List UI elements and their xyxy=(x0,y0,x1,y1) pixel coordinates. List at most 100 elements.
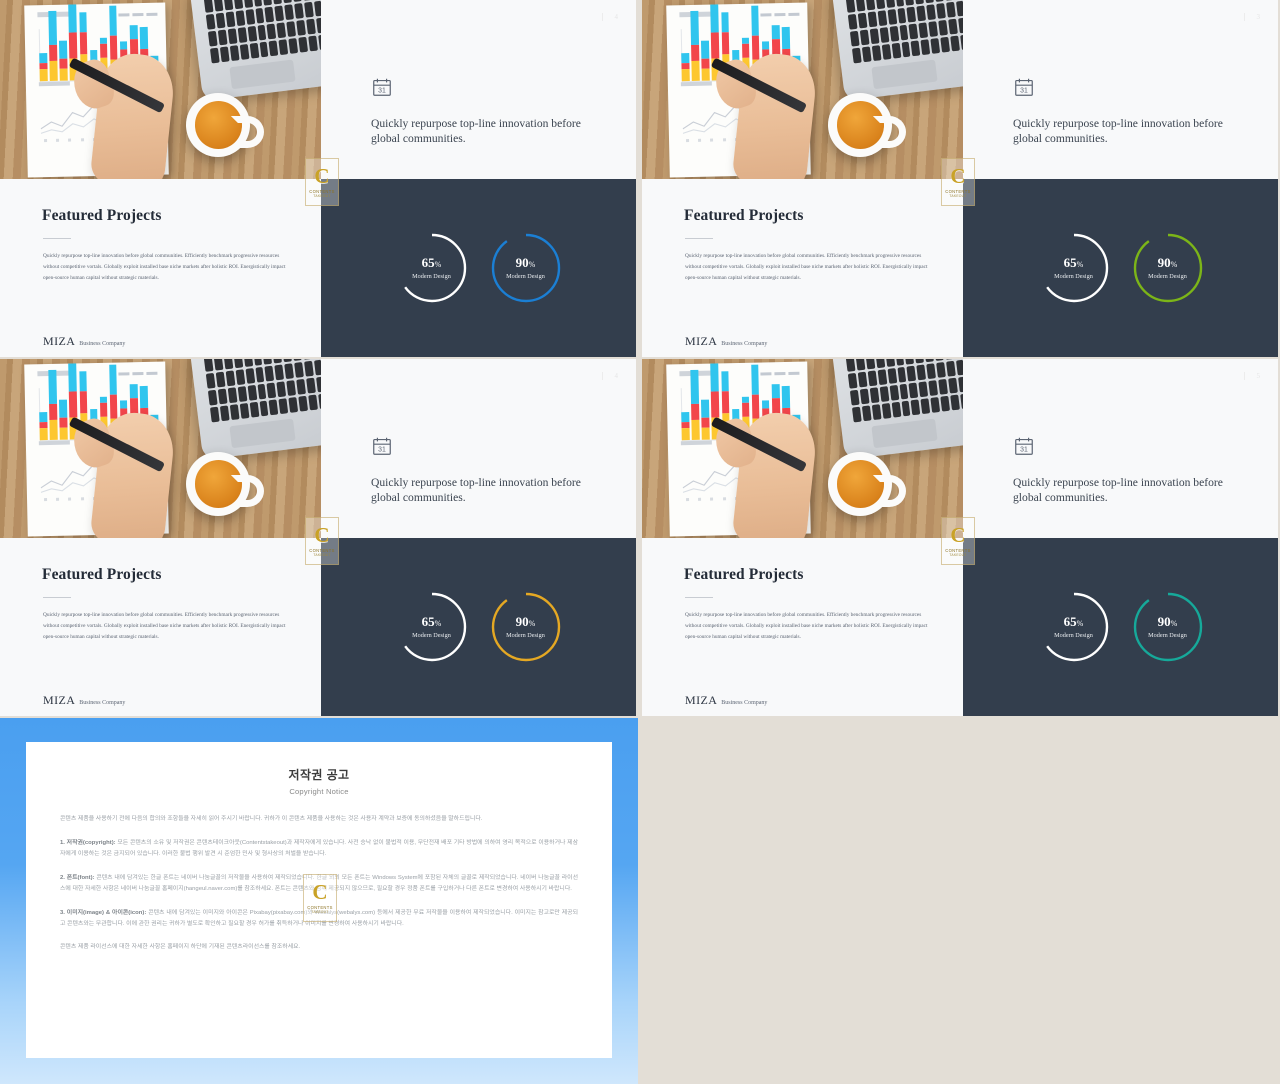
slide-grid: 4 31 Quickly repurpose top-line innovati… xyxy=(0,0,1280,1084)
brand-logo: MIZA Business Company xyxy=(43,693,125,708)
donut-unit: % xyxy=(434,619,442,628)
donut-caption: Modern Design xyxy=(1148,632,1187,639)
svg-text:31: 31 xyxy=(378,447,386,454)
headline-text: Quickly repurpose top-line innovation be… xyxy=(371,117,581,146)
section-title: Featured Projects xyxy=(684,207,804,224)
donut-caption: Modern Design xyxy=(506,273,545,280)
section-title: Featured Projects xyxy=(684,566,804,583)
logo-mark: MIZA xyxy=(685,693,718,707)
title-divider xyxy=(43,597,71,598)
donut-caption: Modern Design xyxy=(412,632,451,639)
copyright-clause-1-label: 1. 저작권(copyright): xyxy=(60,839,116,846)
section-title: Featured Projects xyxy=(42,207,162,224)
svg-text:31: 31 xyxy=(378,88,386,95)
section-body: Quickly repurpose top-line innovation be… xyxy=(43,253,286,281)
hand-graphic xyxy=(710,409,819,538)
logo-mark: MIZA xyxy=(43,334,76,348)
section-title: Featured Projects xyxy=(42,566,162,583)
section-body: Quickly repurpose top-line innovation be… xyxy=(685,253,928,281)
slide-headline-panel: 4 31 Quickly repurpose top-line innovati… xyxy=(321,359,636,538)
logo-subtitle: Business Company xyxy=(721,341,768,347)
donut-value: 90 xyxy=(1157,614,1171,629)
calendar-icon: 31 xyxy=(1013,435,1035,457)
laptop-graphic xyxy=(189,359,321,460)
coffee-cup-graphic xyxy=(828,452,907,517)
svg-text:31: 31 xyxy=(1020,447,1028,454)
stats-panel: 65% Modern Design 90% Modern Design xyxy=(963,179,1278,357)
stats-panel: 65% Modern Design 90% Modern Design xyxy=(321,538,636,716)
logo-subtitle: Business Company xyxy=(721,700,768,706)
brand-logo: MIZA Business Company xyxy=(43,334,125,349)
title-divider xyxy=(685,597,713,598)
svg-text:31: 31 xyxy=(1020,88,1028,95)
calendar-icon: 31 xyxy=(371,76,393,98)
headline-text: Quickly repurpose top-line innovation be… xyxy=(1013,476,1223,505)
page-number: 4 xyxy=(601,13,618,21)
slide-thumbnail[interactable]: 4 31 Quickly repurpose top-line innovati… xyxy=(0,359,636,716)
brand-logo: MIZA Business Company xyxy=(685,693,767,708)
stats-panel: 65% Modern Design 90% Modern Design xyxy=(963,538,1278,716)
brand-logo: MIZA Business Company xyxy=(685,334,767,349)
headline-text: Quickly repurpose top-line innovation be… xyxy=(1013,117,1223,146)
donut-caption: Modern Design xyxy=(412,273,451,280)
copyright-notice-panel: 저작권 공고 Copyright Notice 콘텐츠 제품을 사용하기 전에 … xyxy=(0,718,638,1084)
copyright-clause-2: 2. 폰트(font): 콘텐츠 내에 담겨있는 한글 폰트는 네이버 나눔글꼴… xyxy=(60,873,578,895)
featured-projects-panel: Featured Projects Quickly repurpose top-… xyxy=(642,179,963,357)
calendar-icon: 31 xyxy=(371,435,393,457)
copyright-clause-1: 1. 저작권(copyright): 모든 콘텐츠의 소유 및 저작권은 콘텐츠… xyxy=(60,838,578,860)
laptop-graphic xyxy=(189,0,321,101)
coffee-cup-graphic xyxy=(186,452,265,517)
donut-unit: % xyxy=(1170,619,1178,628)
donut-caption: Modern Design xyxy=(1148,273,1187,280)
section-body: Quickly repurpose top-line innovation be… xyxy=(685,612,928,640)
donut-chart: 65% Modern Design xyxy=(394,230,470,306)
donut-unit: % xyxy=(528,619,536,628)
slide-photo xyxy=(642,359,963,538)
copyright-clause-3: 3. 이미지(image) & 아이콘(icon): 콘텐츠 내에 담겨있는 이… xyxy=(60,908,578,930)
slide-thumbnail[interactable]: 4 31 Quickly repurpose top-line innovati… xyxy=(0,0,636,357)
donut-unit: % xyxy=(1076,260,1084,269)
logo-mark: MIZA xyxy=(43,693,76,707)
donut-chart: 65% Modern Design xyxy=(1036,230,1112,306)
slide-headline-panel: 3 31 Quickly repurpose top-line innovati… xyxy=(963,0,1278,179)
donut-value: 90 xyxy=(515,614,529,629)
hand-graphic xyxy=(68,409,177,538)
donut-caption: Modern Design xyxy=(506,632,545,639)
stats-panel: 65% Modern Design 90% Modern Design xyxy=(321,179,636,357)
featured-projects-panel: Featured Projects Quickly repurpose top-… xyxy=(642,538,963,716)
donut-unit: % xyxy=(434,260,442,269)
donut-value: 65 xyxy=(1063,255,1077,270)
coffee-cup-graphic xyxy=(828,93,907,158)
copyright-intro: 콘텐츠 제품을 사용하기 전에 다음의 합의와 조항들을 자세히 읽어 주시기 … xyxy=(60,816,483,822)
title-divider xyxy=(43,238,71,239)
copyright-clause-2-label: 2. 폰트(font): xyxy=(60,874,95,881)
page-number: 3 xyxy=(1243,13,1260,21)
logo-mark: MIZA xyxy=(685,334,718,348)
donut-value: 65 xyxy=(421,614,435,629)
laptop-graphic xyxy=(831,0,963,101)
slide-thumbnail[interactable]: 3 31 Quickly repurpose top-line innovati… xyxy=(642,0,1278,357)
calendar-icon: 31 xyxy=(1013,76,1035,98)
donut-chart: 65% Modern Design xyxy=(1036,589,1112,665)
donut-value: 65 xyxy=(421,255,435,270)
coffee-cup-graphic xyxy=(186,93,265,158)
logo-subtitle: Business Company xyxy=(79,700,126,706)
laptop-graphic xyxy=(831,359,963,460)
slide-thumbnail[interactable]: 5 31 Quickly repurpose top-line innovati… xyxy=(642,359,1278,716)
copyright-clause-3-label: 3. 이미지(image) & 아이콘(icon): xyxy=(60,909,147,916)
donut-caption: Modern Design xyxy=(1054,273,1093,280)
copyright-clause-1-text: 모든 콘텐츠의 소유 및 저작권은 콘텐츠테이크아웃(Contentstakeo… xyxy=(60,839,579,857)
featured-projects-panel: Featured Projects Quickly repurpose top-… xyxy=(0,538,321,716)
headline-text: Quickly repurpose top-line innovation be… xyxy=(371,476,581,505)
donut-chart: 90% Modern Design xyxy=(1130,589,1206,665)
logo-subtitle: Business Company xyxy=(79,341,126,347)
donut-chart: 90% Modern Design xyxy=(1130,230,1206,306)
slide-photo xyxy=(642,0,963,179)
title-divider xyxy=(685,238,713,239)
copyright-card: 저작권 공고 Copyright Notice 콘텐츠 제품을 사용하기 전에 … xyxy=(26,742,612,1058)
donut-caption: Modern Design xyxy=(1054,632,1093,639)
donut-chart: 65% Modern Design xyxy=(394,589,470,665)
hand-graphic xyxy=(710,50,819,179)
copyright-title-ko: 저작권 공고 xyxy=(288,768,350,782)
section-body: Quickly repurpose top-line innovation be… xyxy=(43,612,286,640)
